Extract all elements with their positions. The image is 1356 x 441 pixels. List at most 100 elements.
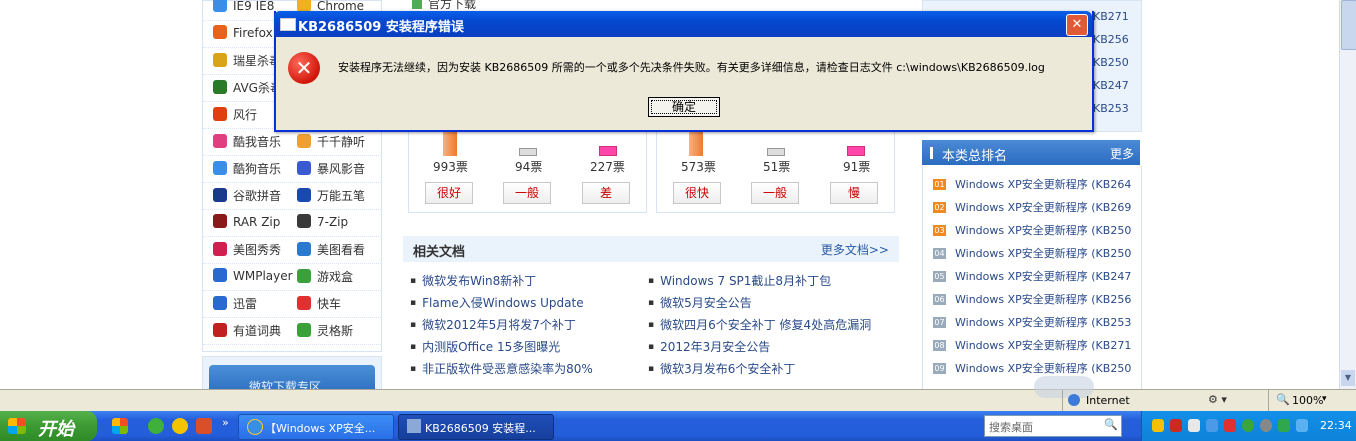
tray-security-icon[interactable]	[1278, 419, 1290, 432]
software-link[interactable]: 千千静听	[297, 133, 365, 150]
ranking-item[interactable]: 02 Windows XP安全更新程序 (KB269	[933, 199, 1131, 215]
ranking-item[interactable]: 07 Windows XP安全更新程序 (KB253	[933, 314, 1131, 330]
dialog-titlebar[interactable]: KB2686509 安装程序错误 ✕	[274, 11, 1092, 37]
software-row: 谷歌拼音 万能五笔	[203, 182, 381, 210]
ranking-item-label: Windows XP安全更新程序 (KB269	[955, 201, 1132, 214]
task-installer[interactable]: KB2686509 安装程...	[398, 414, 554, 440]
software-label: 千千静听	[317, 135, 366, 149]
vote-ok-button[interactable]: 一般	[503, 182, 551, 204]
ranking-item[interactable]: 04 Windows XP安全更新程序 (KB250	[933, 245, 1131, 261]
software-link[interactable]: RAR Zip	[213, 214, 280, 229]
software-link[interactable]: 迅雷	[213, 295, 257, 312]
tray-shield-icon[interactable]	[1152, 419, 1164, 432]
ranking-item[interactable]: 08 Windows XP安全更新程序 (KB271	[933, 337, 1131, 353]
software-link[interactable]: AVG杀毒	[213, 79, 282, 96]
ranking-item[interactable]: 03 Windows XP安全更新程序 (KB250	[933, 222, 1131, 238]
close-button[interactable]: ✕	[1066, 14, 1088, 36]
tray-antivirus-icon[interactable]	[1170, 419, 1182, 432]
software-link[interactable]: 谷歌拼音	[213, 187, 281, 204]
right-top-item[interactable]: KB250	[1093, 56, 1129, 69]
related-doc-link[interactable]: 2012年3月安全公告	[648, 338, 770, 355]
protected-mode-icon[interactable]: ⚙ ▾	[1208, 393, 1227, 406]
software-icon	[213, 296, 227, 310]
taskbar: 开始 » 【Windows XP安全... KB2686509 安装程... 搜…	[0, 411, 1356, 441]
task-browser[interactable]: 【Windows XP安全...	[238, 414, 394, 440]
quicklaunch-green-icon[interactable]	[148, 418, 164, 434]
tray-settings-icon[interactable]	[1260, 419, 1272, 432]
software-label: 快车	[317, 297, 342, 311]
zoom-icon[interactable]: 🔍	[1276, 393, 1290, 406]
software-link[interactable]: 7-Zip	[297, 214, 348, 229]
software-icon	[297, 161, 311, 175]
vote-good-button[interactable]: 很好	[425, 182, 473, 204]
software-link[interactable]: 灵格斯	[297, 322, 353, 339]
desktop-search-input[interactable]: 搜索桌面 🔍	[984, 415, 1122, 437]
software-link[interactable]: IE9 IE8	[213, 0, 274, 13]
ok-button[interactable]: 确定	[648, 97, 720, 117]
quicklaunch-red-icon[interactable]	[196, 418, 212, 434]
software-icon	[213, 268, 227, 282]
related-doc-link[interactable]: 内测版Office 15多图曝光	[410, 338, 560, 355]
related-doc-link[interactable]: 微软发布Win8新补丁	[410, 272, 536, 289]
right-top-item[interactable]: KB253	[1093, 102, 1129, 115]
ranking-more-link[interactable]: 更多	[1110, 145, 1134, 162]
quicklaunch-yellow-icon[interactable]	[172, 418, 188, 434]
start-button[interactable]: 开始	[0, 411, 97, 441]
right-top-item[interactable]: KB247	[1093, 79, 1129, 92]
related-doc-link[interactable]: 微软3月发布6个安全补丁	[648, 360, 795, 377]
zoom-dropdown-icon[interactable]: ▾	[1322, 394, 1327, 404]
software-link[interactable]: 快车	[297, 295, 341, 312]
software-link[interactable]: 风行	[213, 106, 257, 123]
related-doc-link[interactable]: Windows 7 SP1截止8月补丁包	[648, 272, 831, 289]
software-link[interactable]: WMPlayer	[213, 268, 293, 283]
right-top-item[interactable]: KB271	[1093, 10, 1129, 23]
software-link[interactable]: 游戏盒	[297, 268, 353, 285]
download-zone-box[interactable]: 微软下载专区	[202, 356, 382, 394]
software-link[interactable]: 酷我音乐	[213, 133, 281, 150]
zoom-level[interactable]: 100%	[1292, 394, 1323, 407]
software-icon	[213, 80, 227, 94]
software-link[interactable]: Firefox	[213, 25, 273, 40]
ranking-item-label: Windows XP安全更新程序 (KB271	[955, 339, 1132, 352]
right-top-item[interactable]: KB256	[1093, 33, 1129, 46]
tray-alert-icon[interactable]	[1224, 419, 1236, 432]
vote-medium-button[interactable]: 一般	[751, 182, 799, 204]
software-link[interactable]: 暴风影音	[297, 160, 365, 177]
task-browser-label: 【Windows XP安全...	[265, 422, 376, 435]
vote-slow-button[interactable]: 慢	[830, 182, 878, 204]
software-link[interactable]: 美图秀秀	[213, 241, 281, 258]
ime-floating-icon[interactable]	[1034, 376, 1094, 398]
related-doc-link[interactable]: Flame入侵Windows Update	[410, 294, 584, 311]
search-icon[interactable]: 🔍	[1104, 418, 1118, 431]
scroll-down-arrow-icon[interactable]: ▼	[1341, 370, 1355, 386]
vote-fast-button[interactable]: 很快	[673, 182, 721, 204]
software-link[interactable]: 瑞星杀毒	[213, 52, 281, 69]
vote-panel-speed: 573票 51票 91票 很快 一般 慢	[656, 120, 895, 213]
related-doc-link[interactable]: 微软5月安全公告	[648, 294, 752, 311]
related-doc-link[interactable]: 非正版软件受恶意感染率为80%	[410, 360, 593, 377]
related-doc-link[interactable]: 微软四月6个安全补丁 修复4处高危漏洞	[648, 316, 871, 333]
tray-volume-icon[interactable]	[1296, 419, 1308, 432]
clock[interactable]: 22:34	[1320, 419, 1352, 432]
ranking-item[interactable]: 09 Windows XP安全更新程序 (KB250	[933, 360, 1131, 376]
vote-bar-medium	[767, 148, 785, 156]
tray-monitor-icon[interactable]	[1188, 419, 1200, 432]
quicklaunch-app-icon[interactable]	[112, 418, 128, 434]
related-doc-link[interactable]: 微软2012年5月将发7个补丁	[410, 316, 576, 333]
tray-network-icon[interactable]	[1206, 419, 1218, 432]
tray-green-icon[interactable]	[1242, 419, 1254, 432]
vote-bad-button[interactable]: 差	[582, 182, 630, 204]
software-link[interactable]: 有道词典	[213, 322, 281, 339]
ranking-item[interactable]: 01 Windows XP安全更新程序 (KB264	[933, 176, 1131, 192]
ranking-item[interactable]: 05 Windows XP安全更新程序 (KB247	[933, 268, 1131, 284]
software-link[interactable]: 美图看看	[297, 241, 365, 258]
quicklaunch-expand-icon[interactable]: »	[222, 416, 229, 429]
scrollbar-thumb[interactable]	[1341, 0, 1356, 50]
software-link[interactable]: 万能五笔	[297, 187, 365, 204]
software-label: 灵格斯	[317, 324, 354, 338]
rank-number-badge: 01	[933, 179, 946, 190]
ranking-item[interactable]: 06 Windows XP安全更新程序 (KB256	[933, 291, 1131, 307]
software-link[interactable]: 酷狗音乐	[213, 160, 281, 177]
vertical-scrollbar[interactable]: ▼	[1339, 0, 1356, 389]
more-docs-link[interactable]: 更多文档>>	[821, 241, 889, 258]
